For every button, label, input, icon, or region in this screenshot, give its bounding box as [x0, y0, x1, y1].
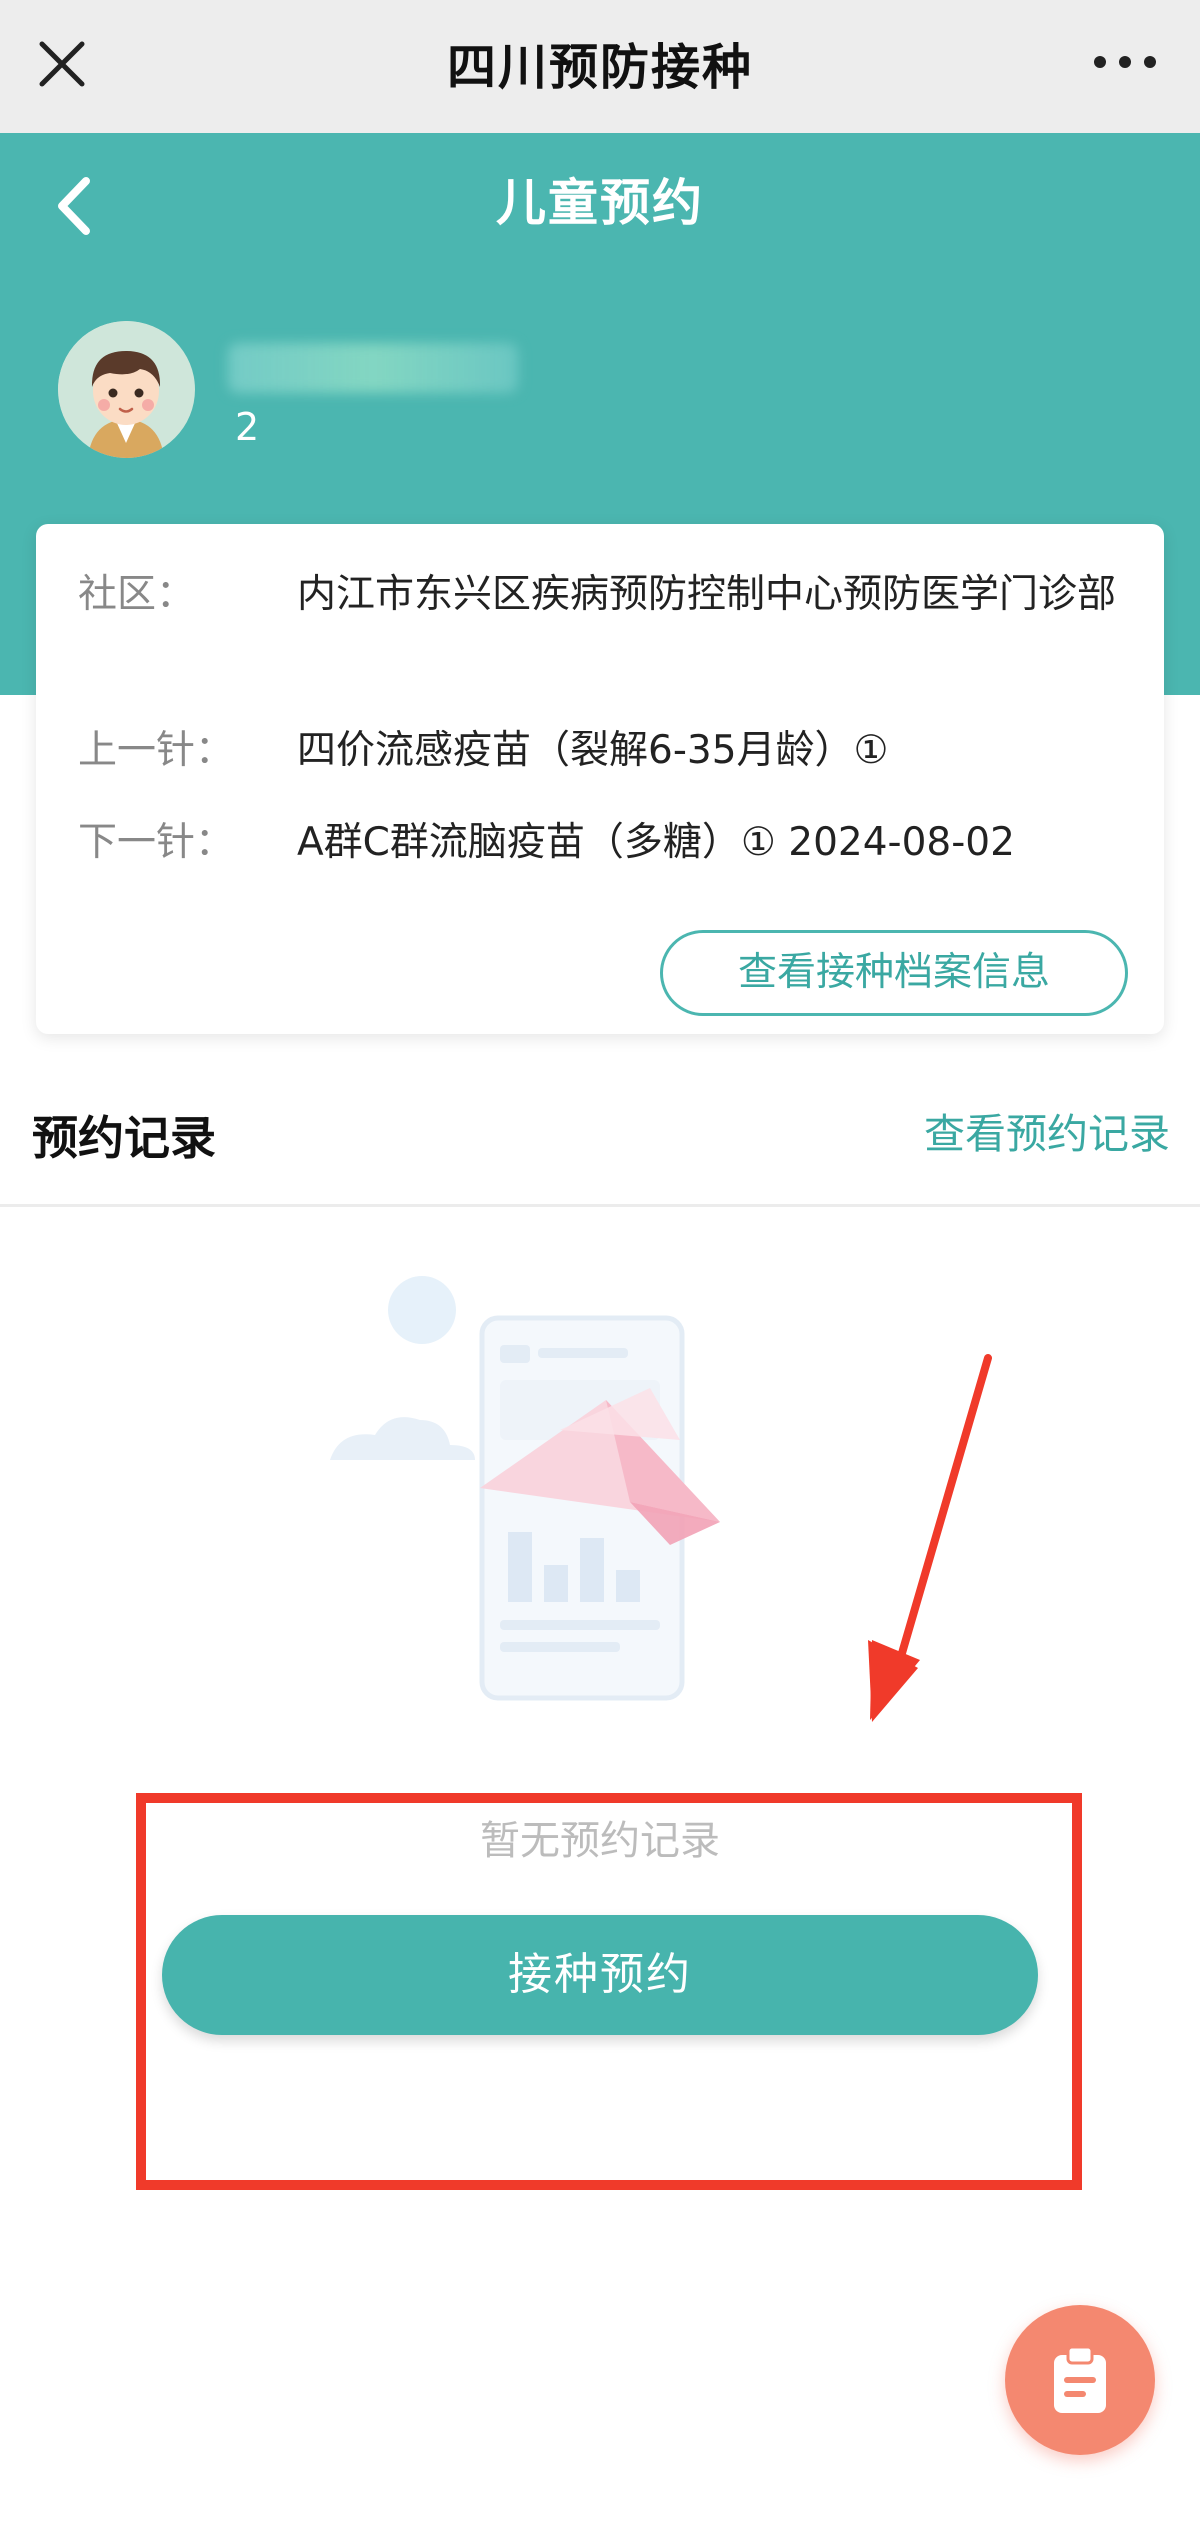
empty-state-illustration: [330, 1276, 720, 1701]
view-archive-button[interactable]: 查看接种档案信息: [660, 930, 1128, 1016]
child-avatar: [58, 321, 195, 458]
view-records-link[interactable]: 查看预约记录: [924, 1100, 1170, 1160]
next-dose-value: A群C群流脑疫苗（多糖）① 2024-08-02: [297, 820, 1015, 865]
vaccination-info-card: 社区： 内江市东兴区疾病预防控制中心预防医学门诊部 上一针： 四价流感疫苗（裂解…: [36, 524, 1164, 1034]
wechat-nav-bar: 四川预防接种: [0, 0, 1200, 133]
next-dose-label: 下一针：: [78, 820, 235, 865]
last-dose-label: 上一针：: [78, 728, 235, 773]
clipboard-icon: [1054, 2345, 1106, 2413]
child-age: 2: [235, 405, 260, 449]
last-dose-value: 四价流感疫苗（裂解6-35月龄）①: [297, 728, 889, 773]
child-avatar-icon: [58, 321, 194, 458]
wechat-page-title: 四川预防接种: [446, 39, 753, 96]
community-value: 内江市东兴区疾病预防控制中心预防医学门诊部: [297, 572, 1117, 617]
floating-action-button[interactable]: [1005, 2305, 1155, 2455]
more-icon[interactable]: [1090, 40, 1160, 84]
page: 四川预防接种 儿童预约 2 社区： 内江市东兴区疾病预防控制中心预防医学门诊部 …: [0, 0, 1200, 2527]
annotation-arrow-icon: [868, 1354, 992, 1722]
annotation-highlight-box: [136, 1793, 1082, 2190]
page-title: 儿童预约: [496, 174, 704, 232]
records-section-title: 预约记录: [32, 1111, 216, 1165]
child-name-redacted: [228, 343, 518, 393]
community-label: 社区：: [78, 572, 196, 617]
divider: [0, 1204, 1200, 1207]
